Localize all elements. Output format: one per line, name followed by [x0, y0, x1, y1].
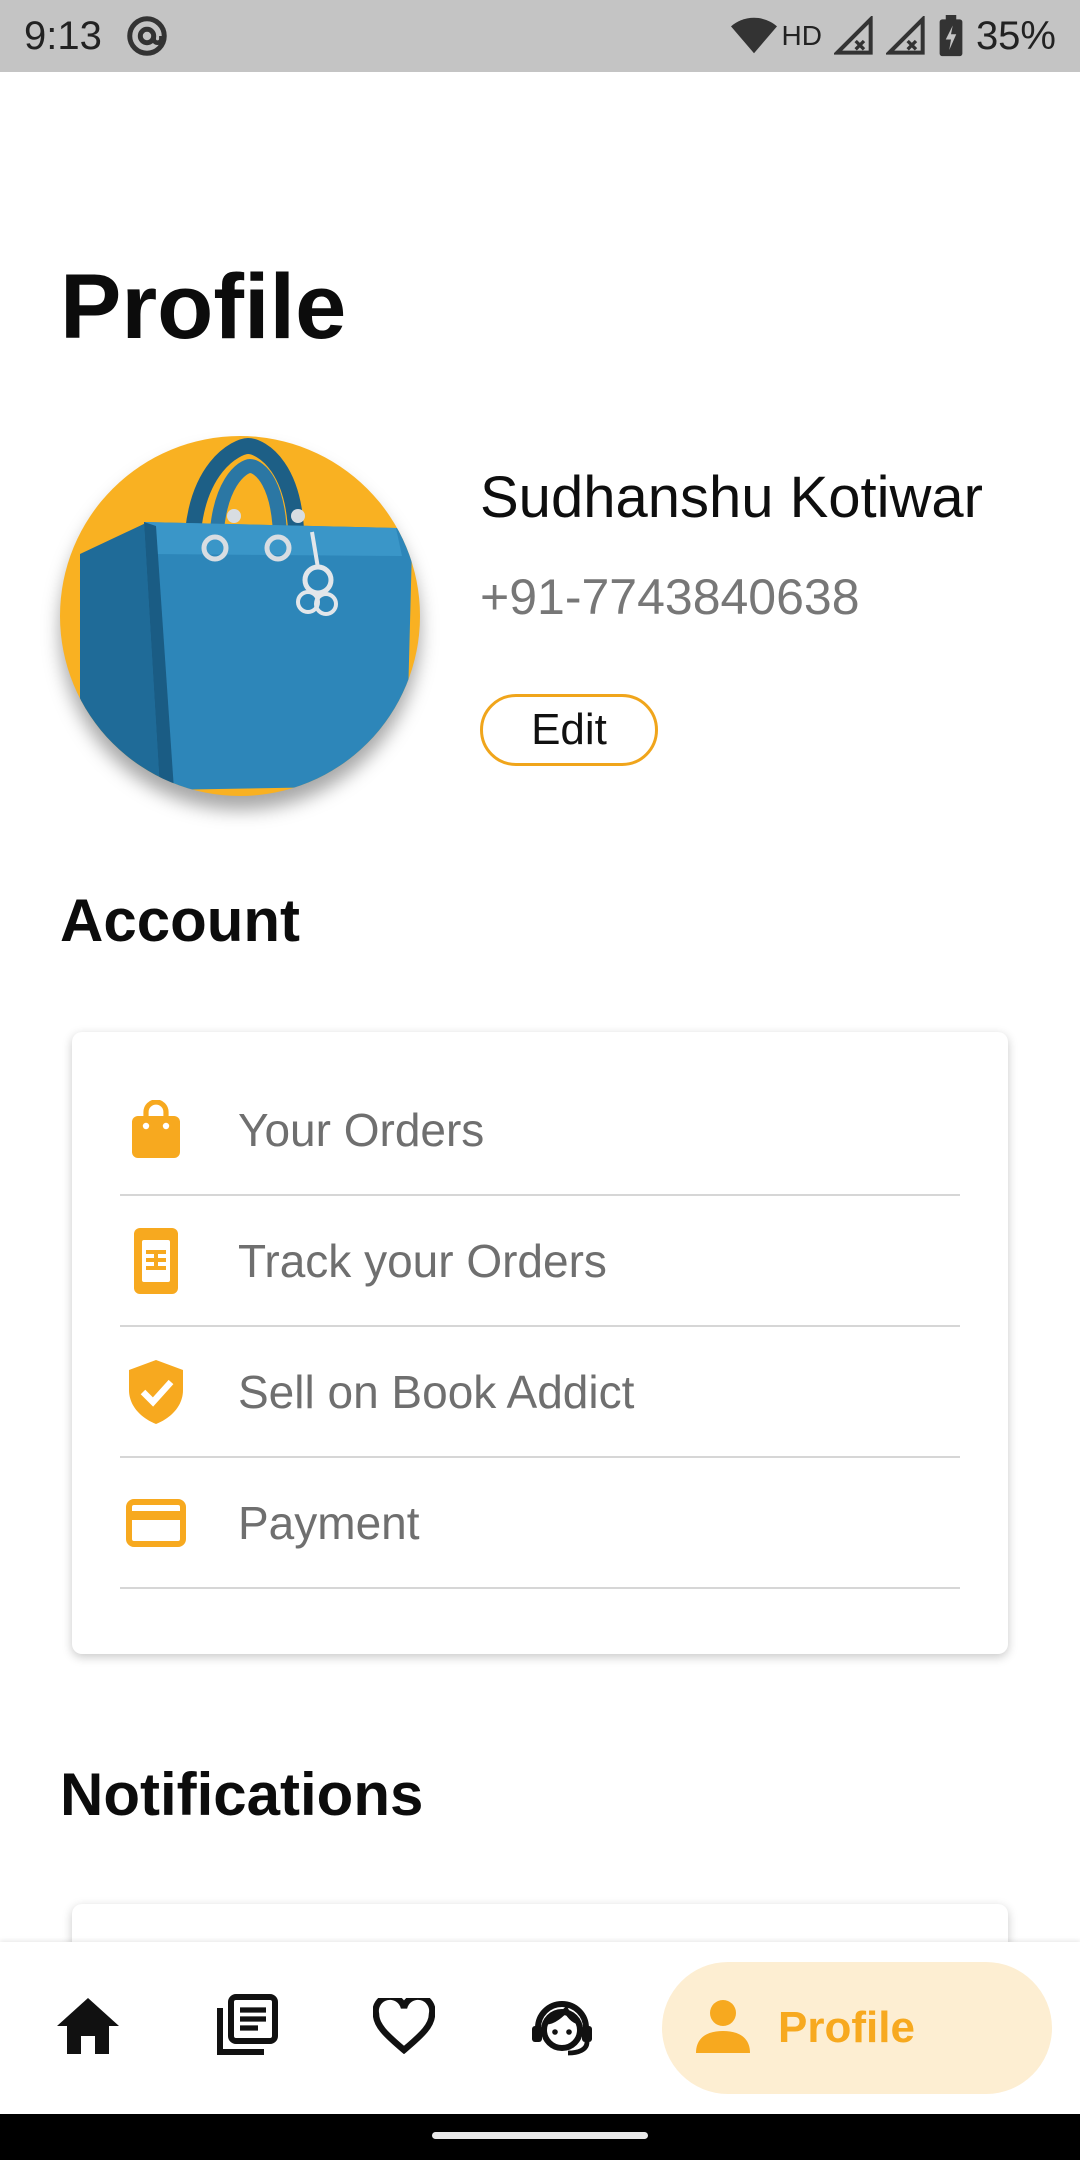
status-bar: 9:13 HD 35%: [0, 0, 1080, 72]
menu-item-label: Sell on Book Addict: [238, 1365, 635, 1418]
battery-charging-icon: [938, 15, 964, 57]
account-heading: Account: [60, 887, 300, 954]
support-agent-icon: [530, 1996, 594, 2061]
verified-shield-icon: [120, 1359, 192, 1424]
user-name: Sudhanshu Kotiwar: [480, 465, 983, 530]
nav-home[interactable]: [40, 1942, 136, 2114]
nav-profile-label: Profile: [778, 2003, 915, 2052]
menu-item-track-orders[interactable]: Track your Orders: [120, 1196, 960, 1327]
status-right: HD 35%: [731, 14, 1056, 59]
nav-favorites[interactable]: [356, 1942, 452, 2114]
handbag-avatar: [80, 437, 412, 790]
menu-item-label: Your Orders: [238, 1103, 485, 1156]
home-indicator[interactable]: [432, 2132, 648, 2139]
menu-item-label: Payment: [238, 1496, 420, 1549]
avatar[interactable]: [60, 436, 420, 796]
nav-library[interactable]: [198, 1942, 294, 2114]
signal-icon: [885, 16, 926, 56]
menu-item-your-orders[interactable]: Your Orders: [120, 1032, 960, 1196]
heart-icon: [372, 1993, 436, 2059]
account-menu: Your Orders Track your Orders Sell on Bo…: [120, 1032, 960, 1589]
system-navigation-bar: [0, 2114, 1080, 2160]
shopping-bag-icon: [120, 1099, 192, 1160]
nav-profile[interactable]: Profile: [662, 1962, 1052, 2094]
battery-level: 35%: [975, 13, 1056, 58]
account-card: Your Orders Track your Orders Sell on Bo…: [72, 1032, 1008, 1654]
status-time: 9:13: [24, 13, 102, 58]
at-sign-icon: [124, 13, 170, 59]
receipt-icon: [120, 1227, 192, 1294]
network-type: HD: [781, 20, 822, 51]
menu-item-sell[interactable]: Sell on Book Addict: [120, 1327, 960, 1458]
credit-card-icon: [120, 1498, 192, 1547]
user-phone: +91-7743840638: [480, 569, 860, 625]
menu-item-payment[interactable]: Payment: [120, 1458, 960, 1589]
signal-icon: [833, 16, 874, 56]
status-left: 9:13: [24, 13, 170, 59]
edit-profile-button[interactable]: Edit: [480, 694, 658, 766]
page-title: Profile: [60, 256, 347, 358]
bottom-navigation: Profile: [0, 1942, 1080, 2114]
person-icon: [696, 1999, 750, 2058]
menu-item-label: Track your Orders: [238, 1234, 607, 1287]
notifications-heading: Notifications: [60, 1761, 424, 1828]
wifi-icon: [731, 16, 778, 56]
home-icon: [57, 1997, 119, 2059]
nav-support[interactable]: [514, 1942, 610, 2114]
library-icon: [214, 1993, 278, 2063]
